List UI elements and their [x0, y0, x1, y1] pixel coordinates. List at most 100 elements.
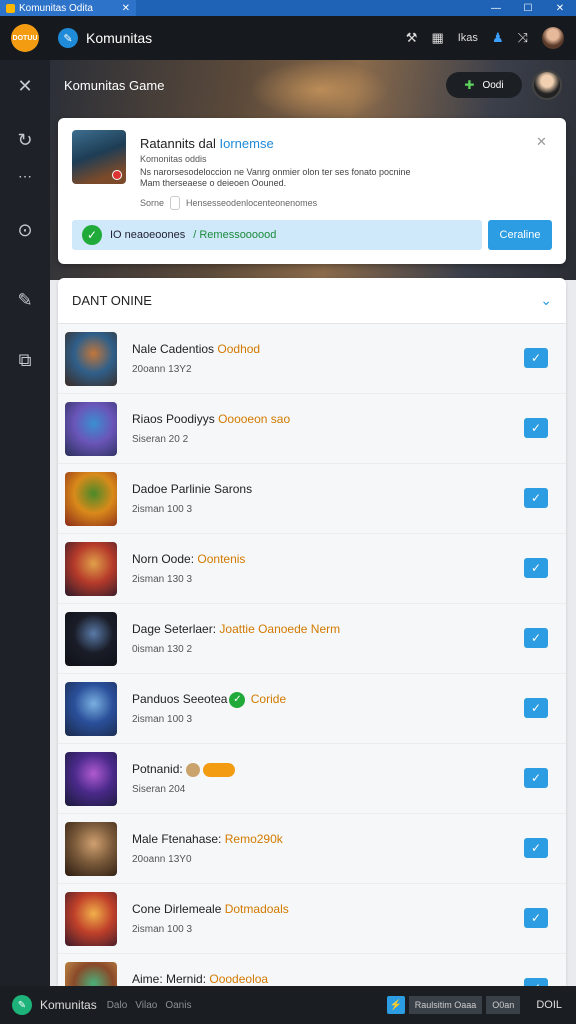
game-thumbnail: [65, 962, 117, 986]
game-title: Dadoe Parlinie Sarons: [132, 482, 253, 496]
game-row[interactable]: Cone Dirlemeale Dotmadoals 2isman 100 3 ✓: [58, 884, 566, 954]
app-badge-label: DOTUU: [11, 24, 39, 52]
game-meta: 2isman 130 3: [132, 574, 193, 585]
bottom-bar: ✎ Komunitas Dalo Vilao Oanis ⚡ Raulsitim…: [0, 986, 576, 1024]
settings-label[interactable]: Ikas: [458, 32, 478, 44]
app-badge[interactable]: DOTUU: [0, 16, 50, 60]
game-title: Panduos Seeotea: [132, 692, 228, 707]
tab-close-icon[interactable]: ✕: [122, 3, 130, 14]
game-meta: 2isman 100 3: [132, 714, 193, 725]
verified-icon: ✓: [229, 692, 246, 708]
bottom-nav-item[interactable]: Oanis: [165, 1000, 191, 1011]
grid-icon[interactable]: ▦: [431, 30, 443, 46]
bottom-logo-icon: ✎: [12, 995, 32, 1015]
close-x-icon[interactable]: ✕: [0, 76, 50, 97]
minimize-button[interactable]: —: [480, 3, 512, 14]
game-thumbnail: [65, 822, 117, 876]
chevron-down-icon[interactable]: ⌄: [540, 292, 552, 309]
game-row[interactable]: Potnanid: Siseran 204 ✓: [58, 744, 566, 814]
user-avatar[interactable]: [542, 27, 564, 49]
game-row[interactable]: Dadoe Parlinie Sarons 2isman 100 3 ✓: [58, 464, 566, 534]
game-title: Cone Dirlemeale: [132, 902, 222, 916]
status-text: IO neaoeoones: [110, 229, 186, 241]
game-name: Norn Oode: Oontenis: [132, 552, 245, 566]
row-checkbox[interactable]: ✓: [524, 488, 548, 508]
game-highlight: Ooodeoloa: [209, 972, 269, 986]
game-row[interactable]: Riaos Poodiyys Ooooeon sao Siseran 20 2 ✓: [58, 394, 566, 464]
gamepad-icon: ✚: [464, 78, 475, 92]
game-meta: Siseran 20 2: [132, 434, 189, 445]
row-checkbox[interactable]: ✓: [524, 698, 548, 718]
game-thumbnail: [65, 542, 117, 596]
game-name: Aime: Mernid: Ooodeoloa: [132, 972, 268, 986]
dots-icon[interactable]: ⋯: [0, 168, 50, 185]
row-checkbox[interactable]: ✓: [524, 418, 548, 438]
card-thumbnail: [72, 130, 126, 184]
bottom-title: Komunitas: [40, 998, 97, 1012]
game-thumbnail: [65, 402, 117, 456]
game-row[interactable]: Aime: Mernid: Ooodeoloa2isman 130 3✓: [58, 954, 566, 986]
row-checkbox[interactable]: ✓: [524, 838, 548, 858]
game-meta: 20oann 13Y0: [132, 854, 192, 865]
row-checkbox[interactable]: ✓: [524, 558, 548, 578]
row-checkbox[interactable]: ✓: [524, 768, 548, 788]
row-checkbox[interactable]: ✓: [524, 978, 548, 986]
refresh-icon[interactable]: ↻: [0, 130, 50, 151]
row-checkbox[interactable]: ✓: [524, 908, 548, 928]
banner-button-label: Oodi: [482, 79, 504, 91]
browser-tab[interactable]: Komunitas Odita ✕: [0, 0, 136, 16]
list-header[interactable]: DANT ONINE ⌄: [58, 278, 566, 324]
game-thumbnail: [65, 682, 117, 736]
game-row[interactable]: Dage Seterlaer: Joattie Oanoede Nerm 0ism…: [58, 604, 566, 674]
shuffle-icon[interactable]: ⤨: [518, 30, 528, 46]
game-thumbnail: [65, 332, 117, 386]
game-name: Riaos Poodiyys Ooooeon sao: [132, 412, 290, 426]
card-close-icon[interactable]: ✕: [536, 134, 547, 150]
card-meta-icon: [170, 196, 181, 210]
bottom-action-icon[interactable]: ⚡: [386, 996, 405, 1014]
list-header-title: DANT ONINE: [72, 293, 152, 308]
game-highlight: Oodhod: [217, 342, 261, 356]
card-desc-line2: Mam therseaese o deieoen Oouned.: [140, 178, 287, 188]
card-meta: Sorne Hensesseodenlocenteonenomes: [140, 196, 317, 210]
bottom-chip[interactable]: Raulsitim Oaaa: [408, 996, 483, 1014]
layers-icon[interactable]: ⧉: [0, 350, 50, 371]
confirm-button[interactable]: Ceraline: [488, 220, 552, 250]
game-row[interactable]: Nale Cadentios Oodhod 20oann 13Y2 ✓: [58, 324, 566, 394]
bottom-chip[interactable]: O0an: [486, 996, 521, 1014]
game-thumbnail: [65, 472, 117, 526]
circle-icon[interactable]: ⊙: [0, 220, 50, 241]
row-checkbox[interactable]: ✓: [524, 348, 548, 368]
notification-card: Ratannits dal Iornemse Komonitas oddis N…: [58, 118, 566, 264]
game-highlight: Oontenis: [197, 552, 246, 566]
tab-title: Komunitas Odita: [19, 2, 93, 14]
row-checkbox[interactable]: ✓: [524, 628, 548, 648]
game-meta: 0isman 130 2: [132, 644, 193, 655]
game-name: Nale Cadentios Oodhod: [132, 342, 260, 356]
card-title-accent: Iornemse: [219, 136, 274, 151]
game-title: Male Ftenahase:: [132, 832, 222, 846]
card-title: Ratannits dal Iornemse: [140, 136, 274, 151]
edit-icon[interactable]: ✎: [0, 290, 50, 311]
game-name: Dage Seterlaer: Joattie Oanoede Nerm: [132, 622, 340, 636]
maximize-button[interactable]: ☐: [512, 3, 544, 14]
bottom-nav-item[interactable]: Vilao: [135, 1000, 157, 1011]
game-title: Riaos Poodiyys: [132, 412, 215, 426]
tools-icon[interactable]: ⚒: [406, 30, 418, 46]
bottom-nav-item[interactable]: Dalo: [107, 1000, 128, 1011]
game-title: Dage Seterlaer:: [132, 622, 217, 636]
game-row[interactable]: Panduos Seeotea ✓ Coride 2isman 100 3 ✓: [58, 674, 566, 744]
banner-avatar[interactable]: [532, 70, 562, 100]
card-meta-text: Hensesseodenlocenteonenomes: [186, 198, 318, 208]
user-icon[interactable]: ♟: [492, 30, 504, 46]
status-text-accent: / Remessoooood: [193, 229, 277, 241]
game-row[interactable]: Norn Oode: Oontenis 2isman 130 3 ✓: [58, 534, 566, 604]
status-bar: ✓ IO neaoeoones / Remessoooood: [72, 220, 482, 250]
banner-action-button[interactable]: ✚ Oodi: [446, 72, 522, 98]
app-title: Komunitas: [86, 30, 153, 46]
game-row[interactable]: Male Ftenahase: Remo290k 20oann 13Y0 ✓: [58, 814, 566, 884]
game-name: Potnanid:: [132, 762, 235, 777]
bottom-right-label[interactable]: DOIL: [536, 999, 562, 1011]
banner-title: Komunitas Game: [64, 78, 165, 93]
close-window-button[interactable]: ✕: [544, 3, 576, 14]
